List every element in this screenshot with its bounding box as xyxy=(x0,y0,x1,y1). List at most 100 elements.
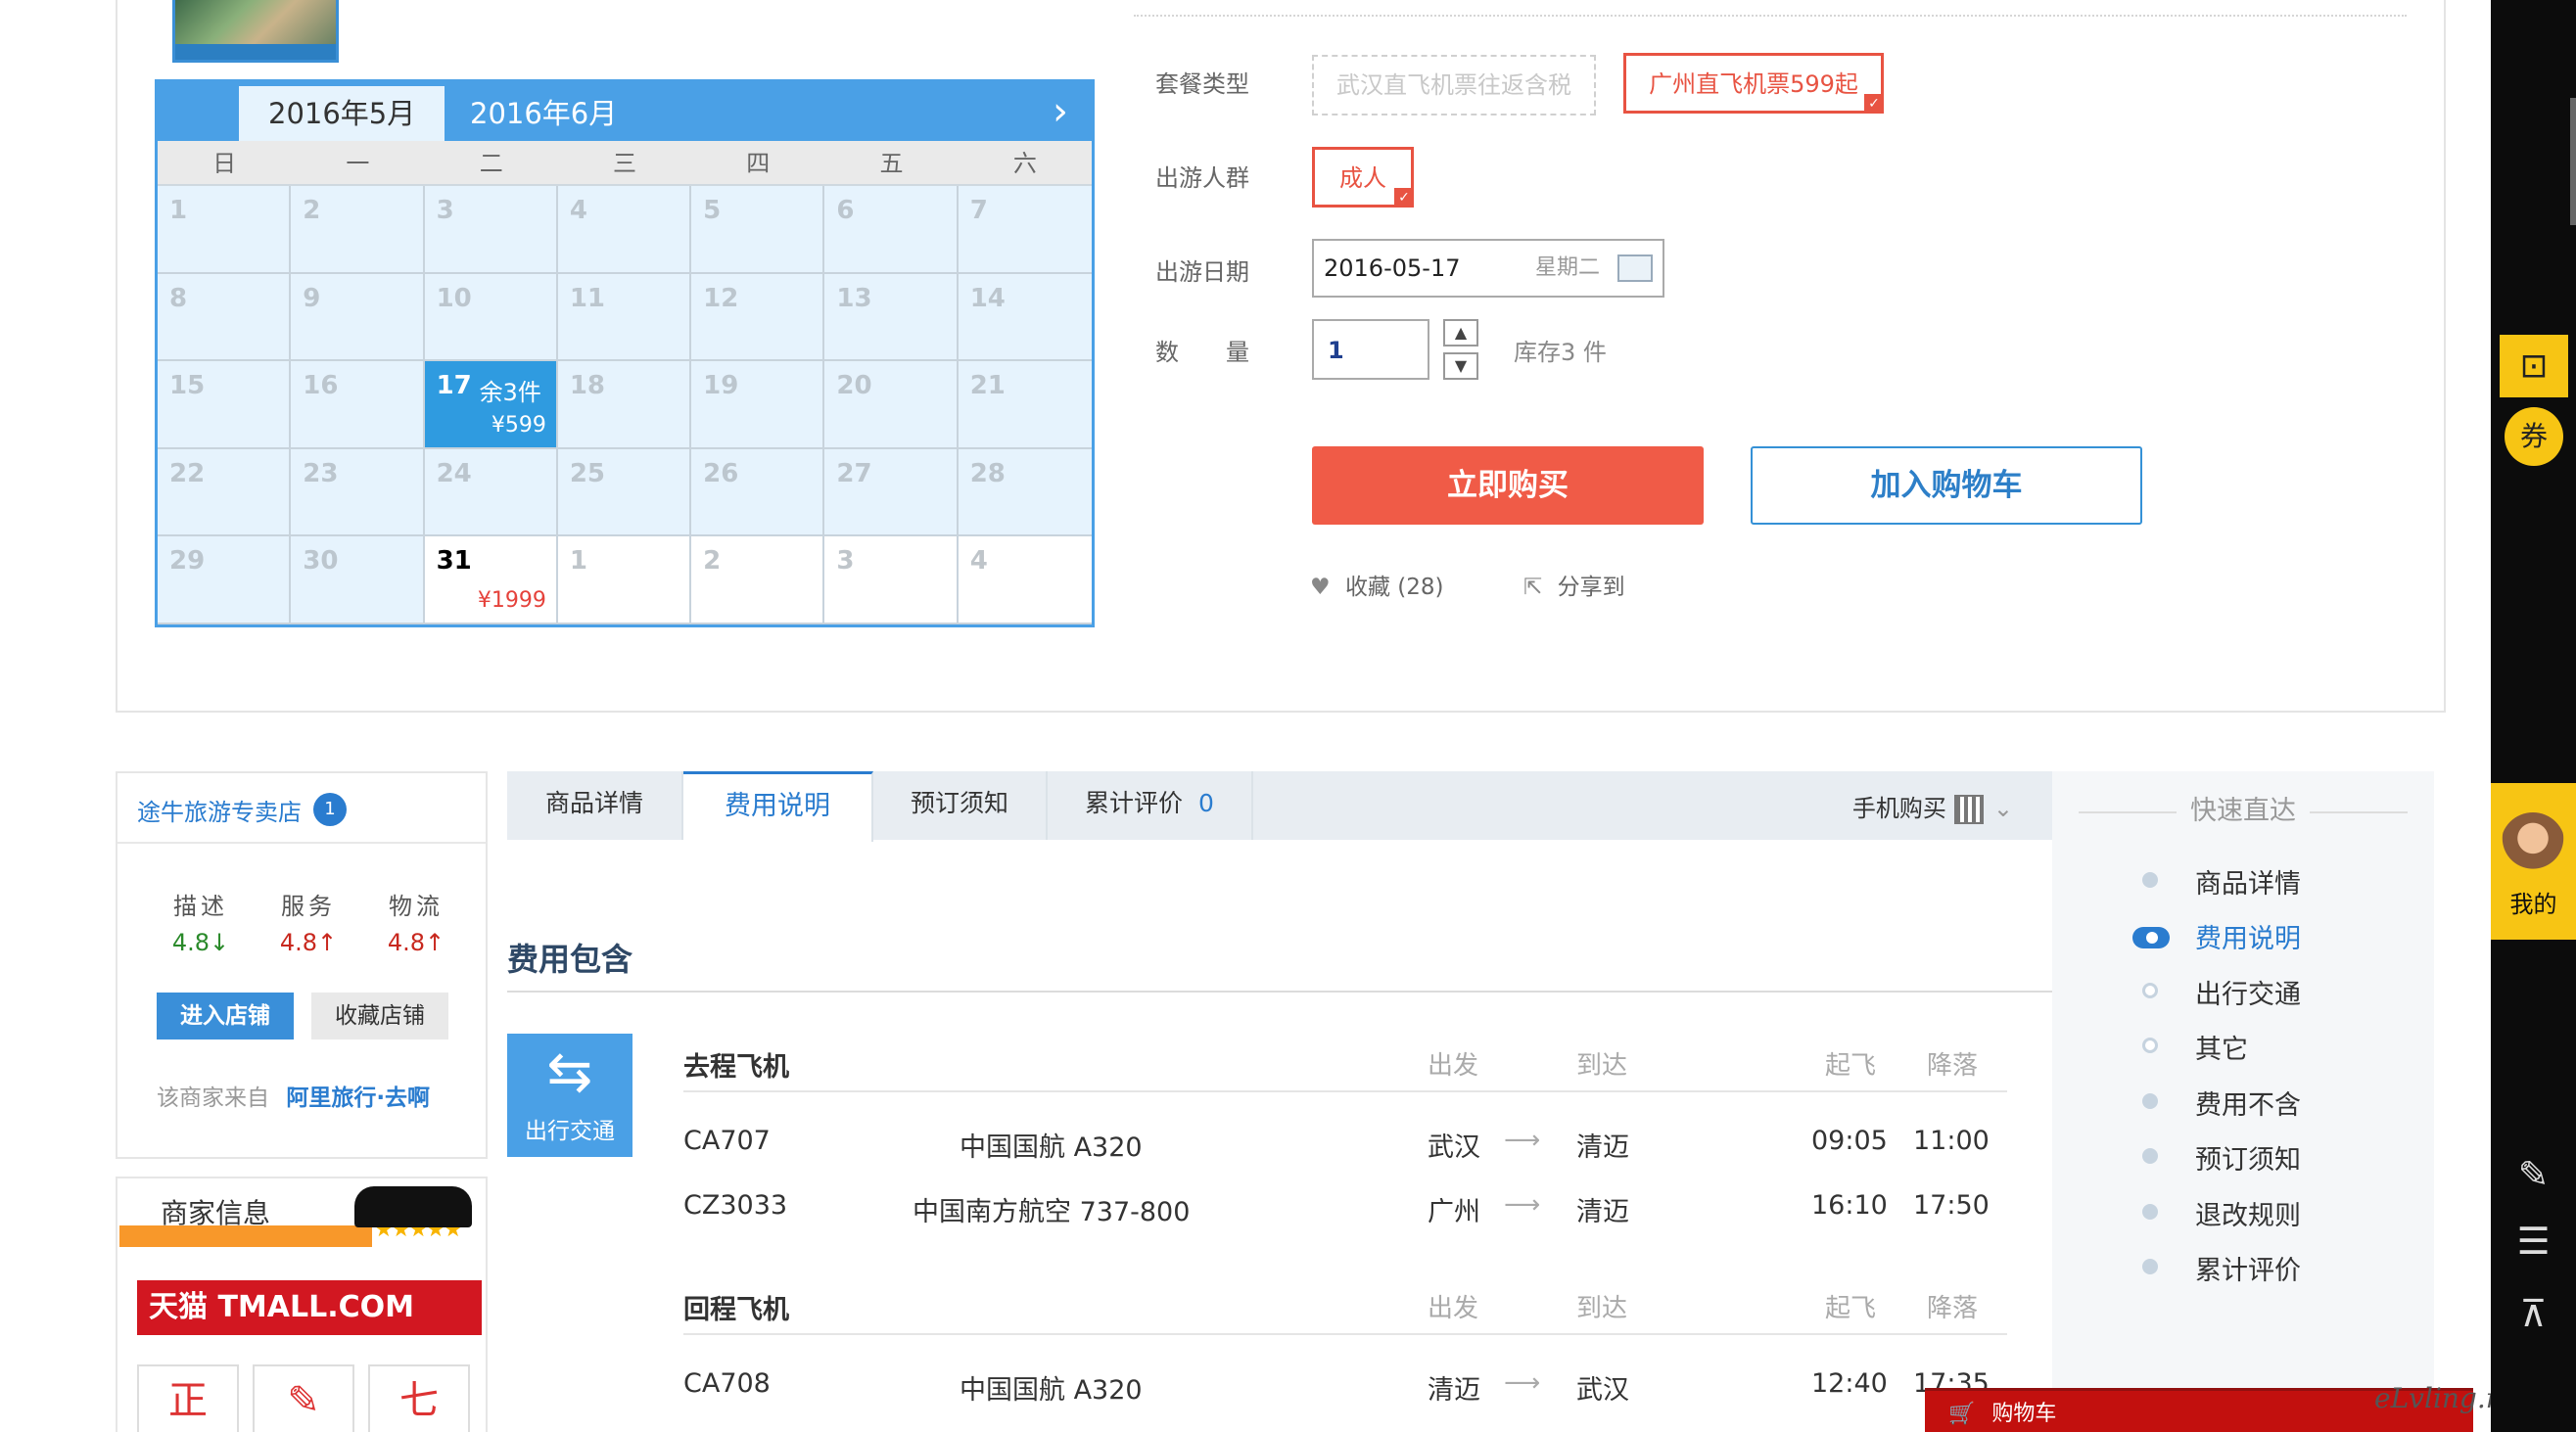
feedback-pencil-icon[interactable]: ✎ xyxy=(2491,1153,2576,1196)
calendar-day: 30 xyxy=(291,536,425,624)
quick-nav-item[interactable]: 商品详情 xyxy=(2195,862,2301,901)
calendar-day: 2 xyxy=(691,536,825,624)
col-departure: 出发 xyxy=(1428,1051,1479,1081)
quick-nav-item[interactable]: 其它 xyxy=(2195,1028,2248,1066)
calendar-day-number: 6 xyxy=(836,196,855,225)
quick-nav-item[interactable]: 退改规则 xyxy=(2195,1194,2301,1232)
flight-arrival-time: 11:00 xyxy=(1913,1126,1990,1156)
tab-reviews[interactable]: 累计评价 0 xyxy=(1048,771,1253,840)
flight-airline: 中国南方航空 737-800 xyxy=(913,1197,1191,1227)
calendar-day: 4 xyxy=(557,186,692,274)
calendar-day[interactable]: 31 ¥1999 xyxy=(424,536,558,624)
calendar-day-number: 4 xyxy=(569,196,587,225)
score-value: 4.8↑ xyxy=(279,929,338,956)
calendar-day: 16 xyxy=(291,361,425,449)
arrow-right-icon: ⟶ xyxy=(1504,1126,1541,1155)
mobile-buy-link[interactable]: 手机购买 ⌄ xyxy=(1852,789,2013,824)
calendar-day-number: 1 xyxy=(169,196,188,225)
favorite-shop-button[interactable]: 收藏店铺 xyxy=(311,993,448,1039)
quantity-decrease-button[interactable]: ▼ xyxy=(1443,352,1478,380)
scrollbar-handle[interactable] xyxy=(2570,98,2576,225)
calendar-day-number: 5 xyxy=(703,196,722,225)
my-account-button[interactable]: 我的 xyxy=(2491,783,2576,940)
shop-level-badge-icon: 1 xyxy=(313,793,347,826)
qr-code-icon xyxy=(1953,795,1984,824)
outbound-flight-title: 去程飞机 xyxy=(683,1052,789,1083)
tab-month-june[interactable]: 2016年6月 xyxy=(441,86,646,141)
calendar-day-number: 26 xyxy=(703,458,739,488)
shop-name-link[interactable]: 途牛旅游专卖店 xyxy=(137,793,302,827)
divider xyxy=(117,842,486,844)
quick-nav-item[interactable]: 出行交通 xyxy=(2195,973,2301,1011)
genuine-guarantee-icon[interactable]: 正 xyxy=(137,1364,239,1432)
calendar-icon[interactable] xyxy=(1617,254,1653,282)
flight-to: 清迈 xyxy=(1576,1132,1629,1163)
flight-to: 武汉 xyxy=(1576,1375,1629,1406)
calendar-day-number: 13 xyxy=(836,283,872,313)
traveler-option-adult[interactable]: 成人 xyxy=(1312,147,1414,208)
back-to-top-icon[interactable]: ⊼ xyxy=(2491,1292,2576,1335)
score-label: 物流 xyxy=(389,893,444,920)
travel-date-weekday: 星期二 xyxy=(1535,255,1601,280)
score-value: 4.8↑ xyxy=(387,929,445,956)
arrow-up-icon: ↑ xyxy=(425,929,445,956)
travel-date-field[interactable]: 2016-05-17 星期二 xyxy=(1312,239,1664,298)
quick-nav-item[interactable]: 费用不含 xyxy=(2195,1084,2301,1122)
compare-icon[interactable]: ☰ xyxy=(2491,1220,2576,1263)
tab-product-details[interactable]: 商品详情 xyxy=(507,771,683,840)
shop-origin-link[interactable]: 阿里旅行·去啊 xyxy=(286,1086,430,1111)
flight-number: CA707 xyxy=(683,1126,771,1156)
seven-day-return-icon[interactable]: 七 xyxy=(368,1364,470,1432)
tmall-logo[interactable]: 天猫 TMALL.COM xyxy=(137,1280,482,1335)
calendar-day: 3 xyxy=(424,186,558,274)
flight-number: CZ3033 xyxy=(683,1190,788,1221)
quantity-increase-button[interactable]: ▲ xyxy=(1443,319,1478,346)
weekday-label: 六 xyxy=(1012,150,1037,177)
calendar-day-number: 17 xyxy=(436,371,472,401)
my-account-label: 我的 xyxy=(2509,891,2557,918)
chevron-right-icon[interactable]: › xyxy=(1053,88,1068,135)
favorite-link[interactable]: ♥ 收藏 (28) xyxy=(1310,568,1443,601)
calendar-day-number: 21 xyxy=(969,371,1006,401)
calendar-day: 22 xyxy=(158,448,292,537)
package-option-guangzhou[interactable]: 广州直飞机票599起 xyxy=(1623,53,1884,114)
quick-nav-title: 快速直达 xyxy=(2052,789,2434,827)
coupon-icon[interactable]: 券 xyxy=(2505,407,2563,466)
quick-nav-item[interactable]: 预订须知 xyxy=(2195,1138,2301,1177)
heart-icon: ♥ xyxy=(1310,575,1331,600)
wallet-icon[interactable]: ⊡ xyxy=(2500,335,2568,397)
calendar-grid: 1 2 3 4 5 6 7 8 9 10 11 12 13 14 15 16 17 余3件 ¥599 18 19 20 21… xyxy=(158,186,1092,624)
buy-now-button[interactable]: 立即购买 xyxy=(1312,446,1704,525)
quick-nav-item[interactable]: 累计评价 xyxy=(2195,1249,2301,1287)
share-link[interactable]: ⇱ 分享到 xyxy=(1523,568,1625,601)
tab-month-may[interactable]: 2016年5月 xyxy=(239,86,445,141)
package-option-wuhan[interactable]: 武汉直飞机票往返含税 xyxy=(1312,55,1596,115)
product-thumbnail[interactable] xyxy=(172,0,339,63)
arrow-right-icon: ⟶ xyxy=(1504,1368,1541,1398)
tab-fee-description[interactable]: 费用说明 xyxy=(683,771,873,842)
flight-departure-time: 12:40 xyxy=(1811,1368,1888,1399)
flight-arrival-time: 17:50 xyxy=(1913,1190,1990,1221)
quantity-input[interactable]: 1 xyxy=(1312,319,1429,380)
enter-shop-button[interactable]: 进入店铺 xyxy=(157,993,294,1039)
calendar-day[interactable]: 17 余3件 ¥599 xyxy=(424,361,558,449)
calendar-day: 25 xyxy=(557,448,692,537)
calendar-day: 1 xyxy=(557,536,692,624)
date-calendar: 2016年5月 2016年6月 › 日 一 二 三 四 五 六 12345678… xyxy=(155,79,1095,627)
calendar-day-number: 2 xyxy=(703,546,722,577)
score-service: 服务 4.8↑ xyxy=(255,887,362,956)
add-to-cart-button[interactable]: 加入购物车 xyxy=(1751,446,2142,525)
calendar-day: 6 xyxy=(824,186,959,274)
arrow-up-icon: ↑ xyxy=(317,929,338,956)
tab-booking-notes[interactable]: 预订须知 xyxy=(873,771,1048,840)
quick-nav-item[interactable]: 费用说明 xyxy=(2195,917,2301,955)
calendar-day-number: 24 xyxy=(436,458,472,488)
col-arrival: 到达 xyxy=(1576,1051,1628,1081)
calendar-day-price: ¥599 xyxy=(491,412,546,438)
calendar-day-price: ¥1999 xyxy=(477,587,546,613)
verified-document-icon[interactable]: ✎ xyxy=(253,1364,354,1432)
calendar-day-number: 20 xyxy=(836,371,872,401)
col-takeoff: 起飞 xyxy=(1825,1294,1877,1323)
quantity-label: 数 量 xyxy=(1155,339,1249,366)
calendar-day-number: 25 xyxy=(569,458,606,488)
